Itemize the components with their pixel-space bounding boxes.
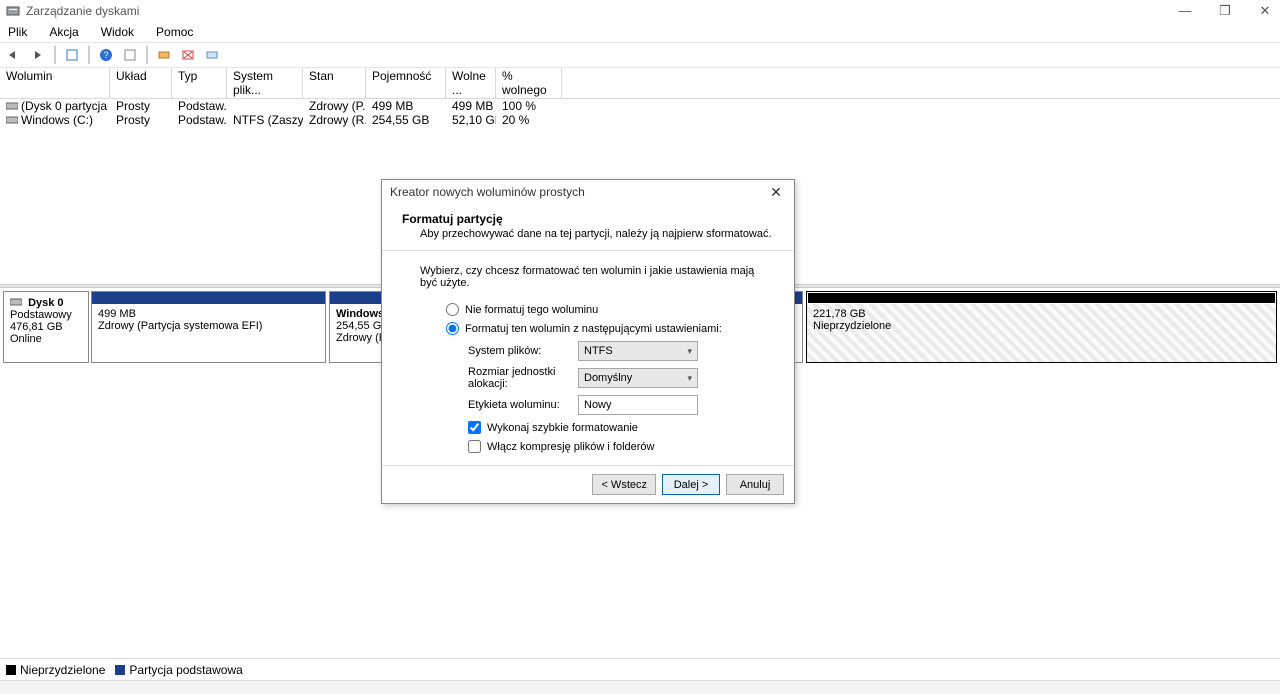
col-status[interactable]: Stan bbox=[303, 68, 366, 98]
close-icon[interactable]: ✕ bbox=[766, 184, 786, 201]
disk-mgmt-icon bbox=[6, 4, 20, 18]
dialog-header: Formatuj partycję Aby przechowywać dane … bbox=[382, 204, 794, 251]
partition-efi[interactable]: 499 MB Zdrowy (Partycja systemowa EFI) bbox=[91, 291, 326, 363]
table-row[interactable]: Windows (C:) Prosty Podstaw... NTFS (Zas… bbox=[0, 113, 1280, 127]
cell: 499 MB bbox=[366, 99, 446, 113]
legend-swatch-primary bbox=[115, 665, 125, 675]
fs-label: System plików: bbox=[468, 345, 578, 357]
svg-text:?: ? bbox=[103, 50, 108, 60]
close-button[interactable]: ✕ bbox=[1256, 3, 1274, 19]
table-row[interactable]: (Dysk 0 partycja 1) Prosty Podstaw... Zd… bbox=[0, 99, 1280, 113]
alloc-label: Rozmiar jednostki alokacji: bbox=[468, 366, 578, 390]
filesystem-dropdown[interactable]: NTFS▾ bbox=[578, 341, 698, 361]
back-button[interactable]: < Wstecz bbox=[592, 474, 656, 495]
action2-icon[interactable] bbox=[178, 45, 198, 65]
chevron-down-icon: ▾ bbox=[687, 346, 692, 357]
minimize-button[interactable]: — bbox=[1176, 3, 1194, 19]
radio-no-format[interactable] bbox=[446, 303, 459, 316]
cell: Windows (C:) bbox=[21, 113, 93, 127]
cancel-button[interactable]: Anuluj bbox=[726, 474, 784, 495]
col-capacity[interactable]: Pojemność bbox=[366, 68, 446, 98]
cell: Podstaw... bbox=[172, 113, 227, 127]
maximize-button[interactable]: ❐ bbox=[1216, 3, 1234, 19]
props-icon[interactable] bbox=[120, 45, 140, 65]
chevron-down-icon: ▾ bbox=[687, 373, 692, 384]
titlebar: Zarządzanie dyskami — ❐ ✕ bbox=[0, 0, 1280, 22]
quick-format-label: Wykonaj szybkie formatowanie bbox=[487, 422, 638, 434]
compression-label: Włącz kompresję plików i folderów bbox=[487, 441, 655, 453]
menubar: Plik Akcja Widok Pomoc bbox=[0, 22, 1280, 42]
volume-icon bbox=[6, 101, 18, 111]
app-title: Zarządzanie dyskami bbox=[26, 4, 139, 18]
menu-action[interactable]: Akcja bbox=[45, 24, 82, 40]
wizard-dialog: Kreator nowych woluminów prostych ✕ Form… bbox=[381, 179, 795, 504]
dialog-footer: < Wstecz Dalej > Anuluj bbox=[382, 465, 794, 503]
cell: NTFS (Zaszy... bbox=[227, 113, 303, 127]
radio-no-format-label: Nie formatuj tego woluminu bbox=[465, 304, 598, 316]
next-button[interactable]: Dalej > bbox=[662, 474, 720, 495]
cell: 499 MB bbox=[446, 99, 496, 113]
forward-icon[interactable] bbox=[28, 45, 48, 65]
cell: Podstaw... bbox=[172, 99, 227, 113]
compression-checkbox[interactable] bbox=[468, 440, 481, 453]
quick-format-checkbox[interactable] bbox=[468, 421, 481, 434]
separator bbox=[146, 46, 148, 64]
col-volume[interactable]: Wolumin bbox=[0, 68, 110, 98]
cell: Prosty bbox=[110, 99, 172, 113]
refresh-icon[interactable] bbox=[62, 45, 82, 65]
cell: 52,10 GB bbox=[446, 113, 496, 127]
separator bbox=[54, 46, 56, 64]
cell: Zdrowy (P... bbox=[303, 99, 366, 113]
action1-icon[interactable] bbox=[154, 45, 174, 65]
col-fs[interactable]: System plik... bbox=[227, 68, 303, 98]
separator bbox=[88, 46, 90, 64]
col-layout[interactable]: Układ bbox=[110, 68, 172, 98]
col-type[interactable]: Typ bbox=[172, 68, 227, 98]
disk-info[interactable]: Dysk 0 Podstawowy 476,81 GB Online bbox=[3, 291, 89, 363]
cell: 20 % bbox=[496, 113, 562, 127]
col-free[interactable]: Wolne ... bbox=[446, 68, 496, 98]
volume-label-label: Etykieta woluminu: bbox=[468, 399, 578, 411]
partition-unallocated[interactable]: 221,78 GB Nieprzydzielone bbox=[806, 291, 1277, 363]
dialog-title: Kreator nowych woluminów prostych bbox=[390, 185, 585, 199]
cell bbox=[227, 99, 303, 113]
radio-format[interactable] bbox=[446, 322, 459, 335]
menu-help[interactable]: Pomoc bbox=[152, 24, 197, 40]
toolbar: ? bbox=[0, 42, 1280, 68]
volume-icon bbox=[6, 115, 18, 125]
cell: Prosty bbox=[110, 113, 172, 127]
alloc-dropdown[interactable]: Domyślny▾ bbox=[578, 368, 698, 388]
legend-swatch-unalloc bbox=[6, 665, 16, 675]
cell: Zdrowy (R... bbox=[303, 113, 366, 127]
legend: Nieprzydzielone Partycja podstawowa bbox=[0, 658, 1280, 680]
cell: (Dysk 0 partycja 1) bbox=[21, 99, 110, 113]
cell: 100 % bbox=[496, 99, 562, 113]
dialog-intro: Wybierz, czy chcesz formatować ten wolum… bbox=[406, 265, 770, 289]
action3-icon[interactable] bbox=[202, 45, 222, 65]
statusbar bbox=[0, 680, 1280, 694]
back-icon[interactable] bbox=[4, 45, 24, 65]
dialog-heading: Formatuj partycję bbox=[402, 212, 774, 226]
help-icon[interactable]: ? bbox=[96, 45, 116, 65]
menu-file[interactable]: Plik bbox=[4, 24, 31, 40]
radio-format-label: Formatuj ten wolumin z następującymi ust… bbox=[465, 323, 722, 335]
volume-label-input[interactable]: Nowy bbox=[578, 395, 698, 415]
dialog-subheading: Aby przechowywać dane na tej partycji, n… bbox=[402, 226, 774, 240]
cell: 254,55 GB bbox=[366, 113, 446, 127]
menu-view[interactable]: Widok bbox=[97, 24, 138, 40]
disk-icon bbox=[10, 297, 22, 307]
volume-list-header: Wolumin Układ Typ System plik... Stan Po… bbox=[0, 68, 1280, 99]
dialog-titlebar: Kreator nowych woluminów prostych ✕ bbox=[382, 180, 794, 204]
col-pct[interactable]: % wolnego bbox=[496, 68, 562, 98]
